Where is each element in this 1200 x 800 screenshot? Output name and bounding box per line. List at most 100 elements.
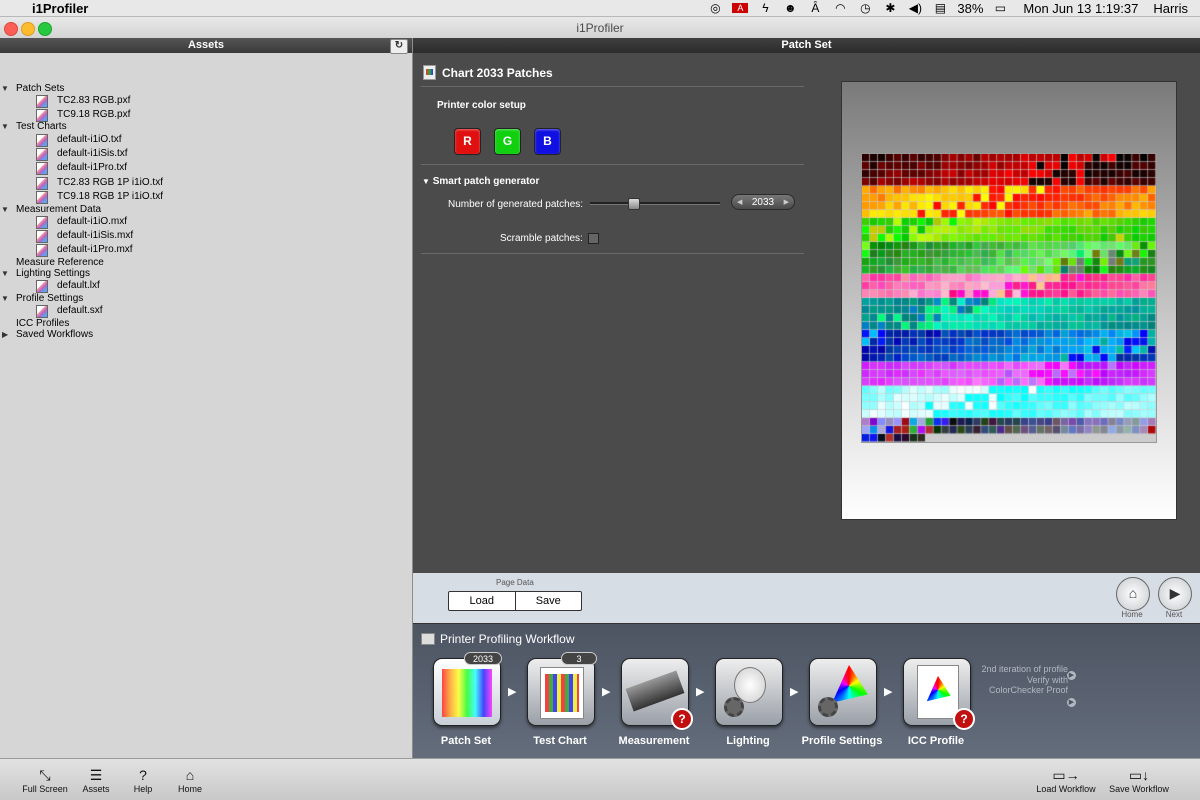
bolt-icon[interactable]: ϟ <box>757 1 773 15</box>
disclosure-open-icon[interactable]: ▼ <box>1 269 9 278</box>
page-footer: Page Data Load Save ⌂ Home ▶ Next <box>413 573 1200 623</box>
measurement-device-icon <box>625 670 685 712</box>
num-patches-stepper[interactable]: ◀ 2033 ▶ <box>731 194 795 210</box>
file-icon <box>36 162 48 175</box>
time-machine-icon[interactable]: ◷ <box>857 1 873 15</box>
battery-icon[interactable]: ▭ <box>992 1 1008 15</box>
tree-lighting-settings[interactable]: Lighting Settings <box>16 268 90 280</box>
tree-item[interactable]: TC2.83 RGB 1P i1iO.txf <box>57 177 163 189</box>
tree-item[interactable]: default-i1iO.txf <box>57 134 121 146</box>
tree-item[interactable]: TC9.18 RGB.pxf <box>57 109 130 121</box>
home-toolbar-button[interactable]: ⌂ Home <box>172 766 208 794</box>
disclosure-open-icon[interactable]: ▼ <box>1 122 9 131</box>
workflow-title: Printer Profiling Workflow <box>421 632 574 646</box>
page-data-buttons: Load Save <box>448 591 582 611</box>
volume-icon[interactable]: ◀) <box>907 1 923 15</box>
clock[interactable]: Mon Jun 13 1:19:37 <box>1023 1 1138 16</box>
tree-profile-settings[interactable]: Profile Settings <box>16 293 83 305</box>
arrow-right-circle-icon[interactable]: ▶ <box>1067 698 1076 707</box>
wifi-icon[interactable]: ◠ <box>832 1 848 15</box>
home-button[interactable]: ⌂ <box>1116 577 1150 611</box>
lasso-icon[interactable]: Ȃ <box>807 1 823 15</box>
file-icon <box>36 216 48 229</box>
file-icon <box>36 230 48 243</box>
assets-button[interactable]: ☰ Assets <box>78 766 114 794</box>
tree-test-charts[interactable]: Test Charts <box>16 121 67 133</box>
step-profile-settings[interactable] <box>809 658 877 726</box>
gear-icon <box>724 697 744 717</box>
window-title: i1Profiler <box>576 21 624 35</box>
bottom-toolbar: ⤡ Full Screen ☰ Assets ? Help ⌂ Home ▭→ … <box>0 758 1200 800</box>
home-icon: ⌂ <box>185 767 195 783</box>
file-icon <box>36 148 48 161</box>
full-screen-button[interactable]: ⤡ Full Screen <box>20 766 70 794</box>
smart-patch-generator-toggle[interactable]: ▼ Smart patch generator <box>422 176 539 187</box>
tree-item[interactable]: default-i1iSis.mxf <box>57 230 133 242</box>
tree-item[interactable]: default.sxf <box>57 305 103 317</box>
bluetooth-icon[interactable]: ✱ <box>882 1 898 15</box>
assets-header: Assets ↻ <box>0 38 412 54</box>
slider-thumb[interactable] <box>627 198 640 210</box>
chevron-right-icon: ▶ <box>696 686 705 698</box>
flag-us-icon[interactable]: ▤ <box>932 1 948 15</box>
adobe-icon[interactable]: A <box>732 3 749 13</box>
file-icon <box>36 134 48 147</box>
patch-set-thumbnail <box>442 669 492 717</box>
creative-cloud-icon[interactable]: ◎ <box>707 1 723 15</box>
tree-measurement-data[interactable]: Measurement Data <box>16 204 101 216</box>
next-button[interactable]: ▶ <box>1158 577 1192 611</box>
num-patches-slider[interactable] <box>590 202 720 205</box>
tree-patch-sets[interactable]: Patch Sets <box>16 83 64 95</box>
step-lighting[interactable] <box>715 658 783 726</box>
tree-item[interactable]: TC9.18 RGB 1P i1iO.txf <box>57 191 163 203</box>
profile-document-icon <box>917 665 959 719</box>
help-button[interactable]: ? Help <box>126 766 160 794</box>
green-channel-button[interactable]: G <box>494 128 521 155</box>
decrement-icon[interactable]: ◀ <box>737 198 742 206</box>
app-menu[interactable]: i1Profiler <box>32 1 88 16</box>
step-test-chart[interactable] <box>527 658 595 726</box>
face-icon[interactable]: ☻ <box>782 1 798 15</box>
printer-color-setup-label: Printer color setup <box>437 100 526 111</box>
scramble-checkbox[interactable] <box>588 233 599 244</box>
arrow-right-circle-icon[interactable]: ▶ <box>1067 671 1076 680</box>
step-patch-set[interactable] <box>433 658 501 726</box>
load-button[interactable]: Load <box>449 592 516 610</box>
disclosure-closed-icon[interactable]: ▶ <box>2 330 8 339</box>
battery-percent[interactable]: 38% <box>957 1 983 16</box>
iteration-link[interactable]: 2nd iteration of profile Verify with Col… <box>978 664 1068 696</box>
question-icon: ? <box>139 767 147 783</box>
load-workflow-button[interactable]: ▭→ Load Workflow <box>1032 766 1100 794</box>
tree-item[interactable]: default-i1iSis.txf <box>57 148 128 160</box>
menu-bar: i1Profiler ◎ A ϟ ☻ Ȃ ◠ ◷ ✱ ◀) ▤ 38% ▭ Mo… <box>0 0 1200 17</box>
red-channel-button[interactable]: R <box>454 128 481 155</box>
tree-item[interactable]: TC2.83 RGB.pxf <box>57 95 130 107</box>
disclosure-open-icon[interactable]: ▼ <box>1 84 9 93</box>
chart-title: Chart 2033 Patches <box>423 65 553 80</box>
save-workflow-button[interactable]: ▭↓ Save Workflow <box>1105 766 1173 794</box>
tree-item[interactable]: default.lxf <box>57 280 100 292</box>
refresh-icon[interactable]: ↻ <box>390 39 408 54</box>
verify-label[interactable]: Verify with ColorChecker Proof <box>989 675 1068 696</box>
tree-item[interactable]: default-i1iO.mxf <box>57 216 127 228</box>
disclosure-open-icon[interactable]: ▼ <box>1 294 9 303</box>
chart-count-badge: 3 <box>561 652 597 665</box>
step-label: Patch Set <box>440 735 492 747</box>
home-label: Home <box>1121 610 1143 619</box>
divider <box>421 253 804 254</box>
tree-saved-workflows[interactable]: Saved Workflows <box>16 329 93 341</box>
save-button[interactable]: Save <box>516 592 582 610</box>
file-icon <box>36 305 48 318</box>
tree-item[interactable]: default-i1Pro.txf <box>57 162 127 174</box>
num-patches-value[interactable]: 2033 <box>752 197 774 208</box>
increment-icon[interactable]: ▶ <box>784 198 789 206</box>
user-name[interactable]: Harris <box>1153 1 1188 16</box>
tree-item[interactable]: default-i1Pro.mxf <box>57 244 133 256</box>
file-icon <box>36 177 48 190</box>
blue-channel-button[interactable]: B <box>534 128 561 155</box>
workflow-bar: Printer Profiling Workflow 2033 Patch Se… <box>413 623 1200 759</box>
scramble-label: Scramble patches: <box>500 233 583 244</box>
iteration-label[interactable]: 2nd iteration of profile <box>981 664 1068 674</box>
disclosure-open-icon[interactable]: ▼ <box>1 205 9 214</box>
step-label: ICC Profile <box>907 735 965 747</box>
